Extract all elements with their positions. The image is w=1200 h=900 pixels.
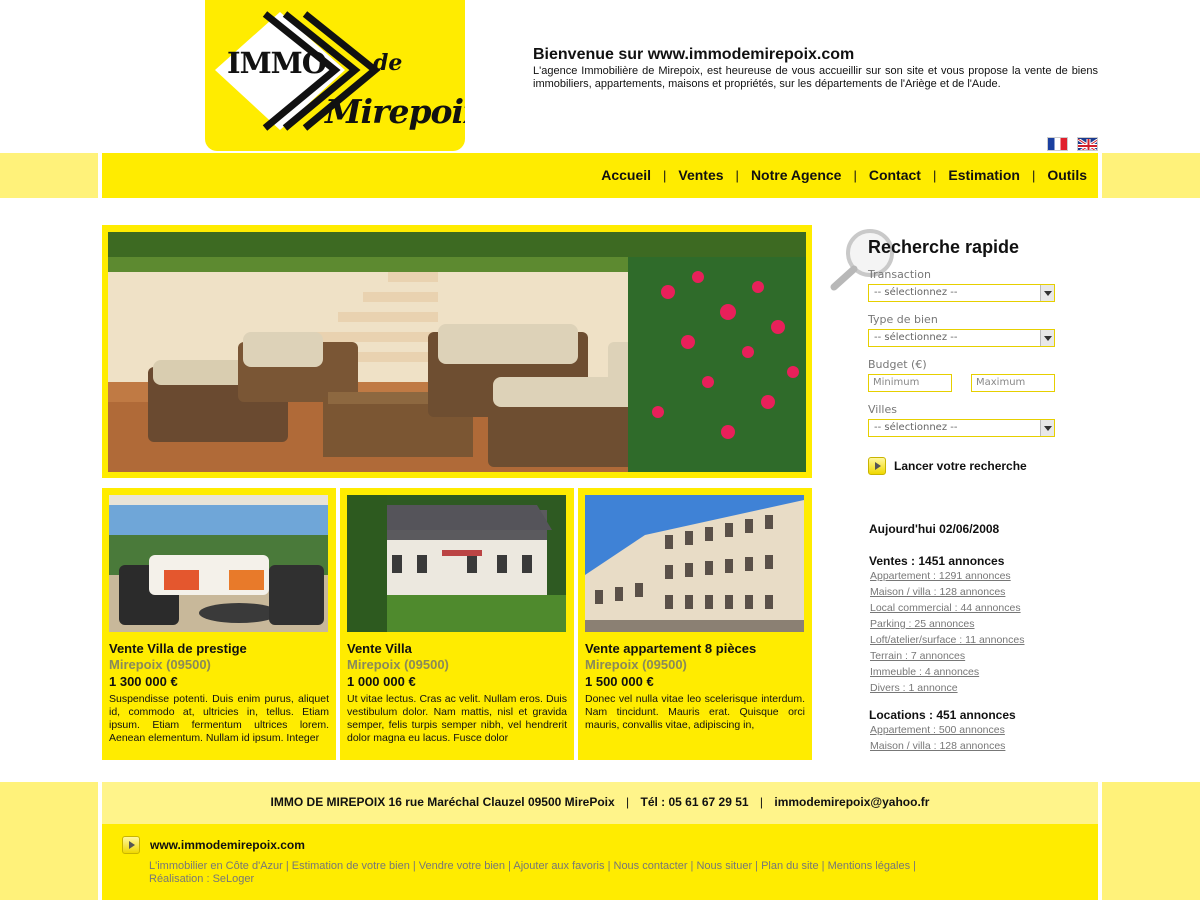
footer-links-area: www.immodemirepoix.com L'immobilier en C… <box>102 824 1098 900</box>
nav-item-accueil[interactable]: Accueil <box>601 167 651 183</box>
nav-separator: | <box>853 167 857 183</box>
listing-card[interactable]: Vente Villa de prestige Mirepoix (09500)… <box>102 488 336 760</box>
quick-search-title: Recherche rapide <box>868 237 1020 257</box>
rentals-link[interactable]: Maison / villa : 128 annonces <box>870 738 1069 754</box>
listing-location: Mirepoix (09500) <box>109 657 211 672</box>
listing-price: 1 500 000 € <box>585 674 654 689</box>
sales-link[interactable]: Maison / villa : 128 annonces <box>870 584 1069 600</box>
budget-label: Budget (€) <box>868 358 927 371</box>
footer-link[interactable]: Vendre votre bien <box>419 860 505 872</box>
search-button-label[interactable]: Lancer votre recherche <box>894 459 1027 473</box>
welcome-text: L'agence Immobilière de Mirepoix, est he… <box>533 65 1098 90</box>
transaction-select-value: -- sélectionnez -- <box>874 287 958 298</box>
listing-price: 1 300 000 € <box>109 674 178 689</box>
nav-band-right <box>1102 153 1200 198</box>
footer-links: L'immobilier en Côte d'Azur | Estimation… <box>149 860 917 885</box>
chevron-down-icon[interactable] <box>1040 285 1054 301</box>
listing-title[interactable]: Vente Villa de prestige <box>109 641 329 656</box>
sales-link[interactable]: Terrain : 7 annonces <box>870 648 1069 664</box>
property-type-select-value: -- sélectionnez -- <box>874 332 958 343</box>
property-type-select[interactable]: -- sélectionnez -- <box>868 329 1055 347</box>
nav-band-left <box>0 153 98 198</box>
footer-address: IMMO DE MIREPOIX 16 rue Maréchal Clauzel… <box>270 795 615 809</box>
cities-select[interactable]: -- sélectionnez -- <box>868 419 1055 437</box>
rentals-link[interactable]: Appartement : 500 annonces <box>870 722 1069 738</box>
chevron-down-icon[interactable] <box>1040 330 1054 346</box>
budget-max-input[interactable]: Maximum <box>971 374 1055 392</box>
sales-link[interactable]: Divers : 1 annonce <box>870 680 1069 696</box>
budget-min-input[interactable]: Minimum <box>868 374 952 392</box>
sales-link[interactable]: Immeuble : 4 annonces <box>870 664 1069 680</box>
transaction-select[interactable]: -- sélectionnez -- <box>868 284 1055 302</box>
nav-separator: | <box>932 167 937 183</box>
sales-heading: Ventes : 1451 annonces <box>869 554 1005 568</box>
listing-card[interactable]: Vente Villa Mirepoix (09500) 1 000 000 €… <box>340 488 574 760</box>
footer-site-url[interactable]: www.immodemirepoix.com <box>150 838 305 852</box>
cities-label: Villes <box>868 403 897 416</box>
sales-link[interactable]: Local commercial : 44 annonces <box>870 600 1069 616</box>
footer-link[interactable]: Plan du site <box>761 860 818 872</box>
footer-contact-bar: IMMO DE MIREPOIX 16 rue Maréchal Clauzel… <box>102 782 1098 824</box>
property-type-label: Type de bien <box>868 313 938 326</box>
welcome-title: Bienvenue sur www.immodemirepoix.com <box>533 46 855 63</box>
main-navigation: Accueil | Ventes | Notre Agence | Contac… <box>102 153 1098 198</box>
language-switcher <box>1047 137 1098 151</box>
listing-description: Donec vel nulla vitae leo scelerisque in… <box>585 693 805 731</box>
footer-site-link[interactable]: www.immodemirepoix.com <box>122 836 305 854</box>
sales-link[interactable]: Parking : 25 annonces <box>870 616 1069 632</box>
hero-image <box>108 232 806 472</box>
nav-separator: | <box>1031 167 1036 183</box>
stats-date: Aujourd'hui 02/06/2008 <box>869 522 1000 536</box>
nav-separator: | <box>663 167 667 183</box>
listing-photo[interactable] <box>585 495 804 632</box>
footer-band-right <box>1102 782 1200 900</box>
footer-link[interactable]: Estimation de votre bien <box>292 860 410 872</box>
footer-link[interactable]: Nous contacter <box>614 860 688 872</box>
arrow-right-icon[interactable] <box>868 457 886 475</box>
listing-stats: Aujourd'hui 02/06/2008 Ventes : 1451 ann… <box>869 522 1069 754</box>
footer-band-left <box>0 782 98 900</box>
nav-item-contact[interactable]: Contact <box>869 167 921 183</box>
footer-phone: Tél : 05 61 67 29 51 <box>640 795 749 809</box>
english-flag-icon[interactable] <box>1077 137 1098 151</box>
footer-link[interactable]: Ajouter aux favoris <box>513 860 604 872</box>
sales-link[interactable]: Loft/atelier/surface : 11 annonces <box>870 632 1069 648</box>
listing-location: Mirepoix (09500) <box>347 657 449 672</box>
nav-item-estimation[interactable]: Estimation <box>948 167 1020 183</box>
footer-credit[interactable]: Réalisation : SeLoger <box>149 873 254 885</box>
listing-photo[interactable] <box>109 495 328 632</box>
logo-text-mirepoix: Mirepoix <box>325 92 465 131</box>
listing-description: Suspendisse potenti. Duis enim purus, al… <box>109 693 329 744</box>
footer-link[interactable]: L'immobilier en Côte d'Azur <box>149 860 283 872</box>
welcome-block: Bienvenue sur www.immodemirepoix.com L'a… <box>533 46 1098 91</box>
transaction-label: Transaction <box>868 268 931 281</box>
nav-item-ventes[interactable]: Ventes <box>678 167 723 183</box>
hero-banner <box>102 225 812 478</box>
french-flag-icon[interactable] <box>1047 137 1068 151</box>
cities-select-value: -- sélectionnez -- <box>874 422 958 433</box>
footer-link[interactable]: Nous situer <box>696 860 752 872</box>
site-logo[interactable]: IMMO de Mirepoix <box>205 0 465 151</box>
footer-separator: | <box>626 795 630 809</box>
listing-card[interactable]: Vente appartement 8 pièces Mirepoix (095… <box>578 488 812 760</box>
nav-item-notre-agence[interactable]: Notre Agence <box>751 167 842 183</box>
nav-item-outils[interactable]: Outils <box>1047 167 1087 183</box>
footer-separator: | <box>759 795 764 809</box>
rentals-heading: Locations : 451 annonces <box>869 708 1016 722</box>
listing-location: Mirepoix (09500) <box>585 657 687 672</box>
listing-title[interactable]: Vente appartement 8 pièces <box>585 641 805 656</box>
logo-text-de: de <box>373 50 403 76</box>
listing-description: Ut vitae lectus. Cras ac velit. Nullam e… <box>347 693 567 744</box>
footer-email[interactable]: immodemirepoix@yahoo.fr <box>774 795 929 809</box>
search-button[interactable]: Lancer votre recherche <box>868 457 1027 475</box>
listing-price: 1 000 000 € <box>347 674 416 689</box>
arrow-right-icon[interactable] <box>122 836 140 854</box>
nav-separator: | <box>735 167 739 183</box>
chevron-down-icon[interactable] <box>1040 420 1054 436</box>
footer-link[interactable]: Mentions légales <box>828 860 911 872</box>
listing-title[interactable]: Vente Villa <box>347 641 567 656</box>
listing-photo[interactable] <box>347 495 566 632</box>
logo-text-immo: IMMO <box>227 46 327 80</box>
sales-link[interactable]: Appartement : 1291 annonces <box>870 568 1069 584</box>
